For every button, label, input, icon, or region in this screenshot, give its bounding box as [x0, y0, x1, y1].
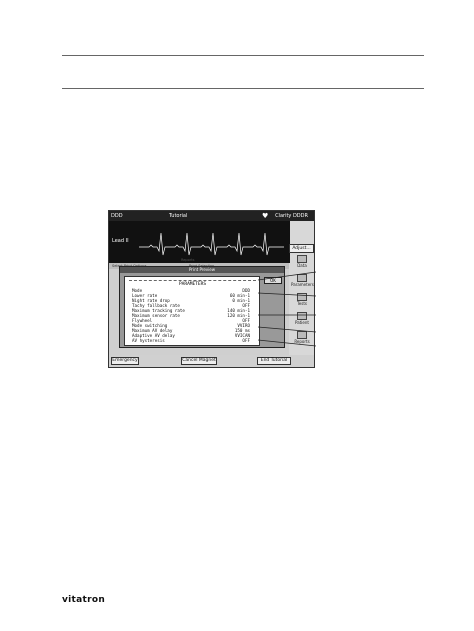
vitatron-logo: vitatron — [62, 595, 106, 605]
callout-line — [257, 339, 317, 347]
callout-line — [257, 271, 317, 281]
callout-line — [257, 292, 317, 297]
callout-lines — [257, 271, 317, 347]
callout-line — [257, 326, 317, 333]
